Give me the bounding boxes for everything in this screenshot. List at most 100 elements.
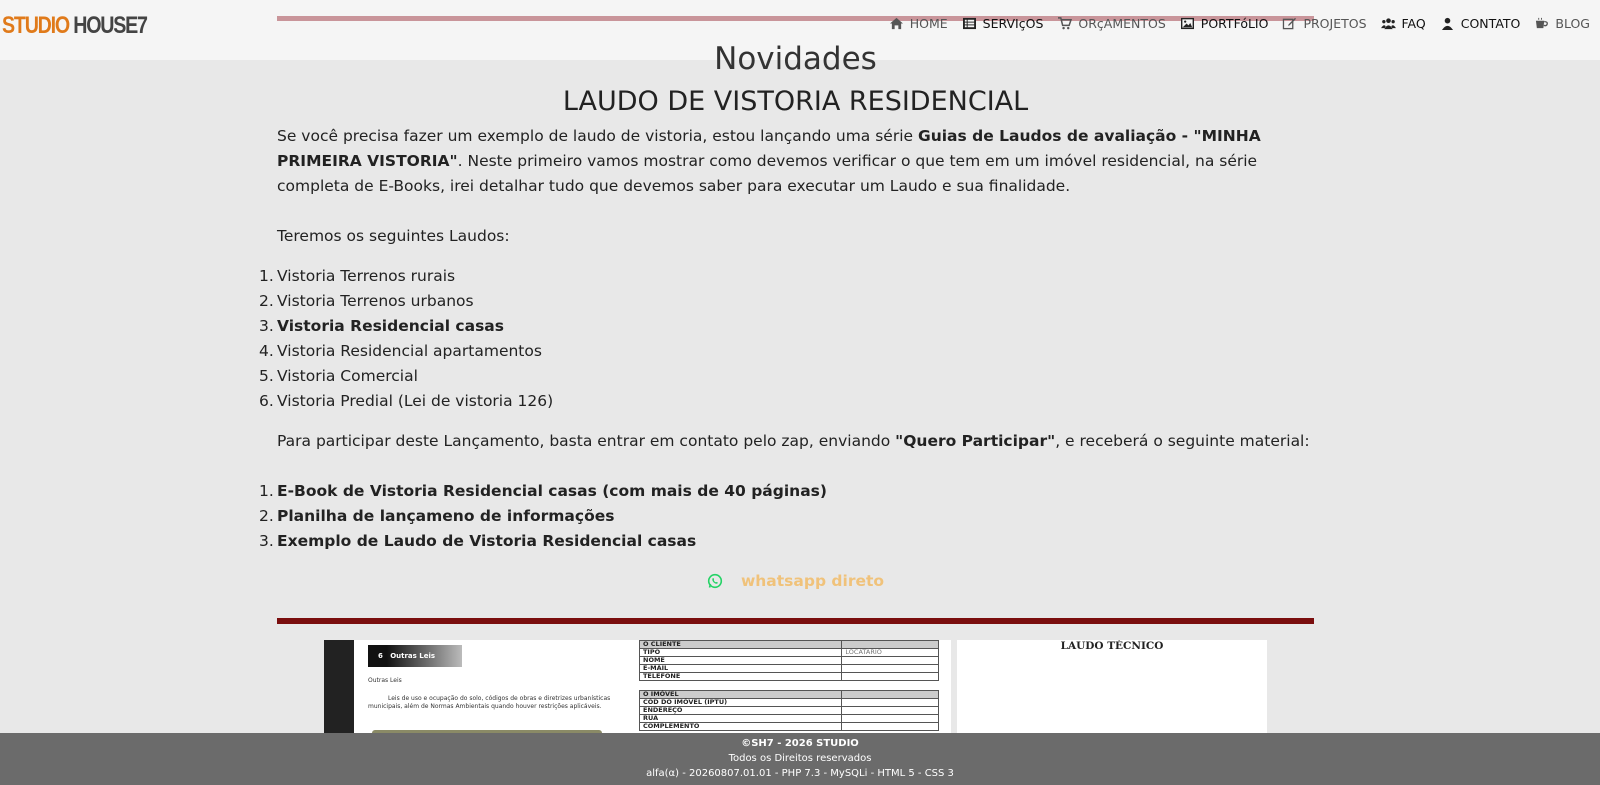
chip-title: Outras Leis	[390, 652, 436, 660]
image-icon	[1180, 17, 1195, 30]
list-item-label: Vistoria Comercial	[277, 367, 418, 385]
nav-orcamentos-label: ORçAMENTOS	[1078, 16, 1166, 31]
participate-text-1: Para participar deste Lançamento, basta …	[277, 432, 896, 450]
intro-paragraph: Se você precisa fazer um exemplo de laud…	[277, 124, 1314, 199]
report-title: LAUDO TÉCNICO	[1060, 640, 1164, 652]
brand-part-2: HOUSE7	[73, 12, 148, 39]
list-item: 4. Vistoria Residencial apartamentos	[259, 339, 1314, 364]
list-item-label: Planilha de lançameno de informações	[277, 507, 615, 525]
intro-text-1: Se você precisa fazer um exemplo de laud…	[277, 127, 918, 145]
sheet-cell	[841, 664, 939, 673]
nav-projetos-label: PROJETOS	[1303, 16, 1367, 31]
nav-contato[interactable]: CONTATO	[1440, 16, 1521, 31]
list-item: 2. Vistoria Terrenos urbanos	[259, 289, 1314, 314]
nav-contato-label: CONTATO	[1460, 16, 1521, 31]
nav-portfolio[interactable]: PORTFóLIO	[1180, 16, 1269, 31]
preview-strip: 6 Outras Leis Outras Leis Leis de uso e …	[324, 640, 1267, 736]
sheet-cell: LOCATÁRIO	[841, 648, 939, 657]
site-footer: ©SH7 - 2026 STUDIO Todos os Direitos res…	[0, 733, 1600, 785]
footer-version: alfa(α) - 20260807.01.01 - PHP 7.3 - MyS…	[646, 768, 954, 779]
list-item: 2. Planilha de lançameno de informações	[259, 504, 1314, 529]
nav-blog-label: BLOG	[1555, 16, 1590, 31]
whatsapp-label: whatsapp direto	[740, 572, 885, 590]
list-item: 6. Vistoria Predial (Lei de vistoria 126)	[259, 389, 1314, 414]
brand-part-1: STUDIO	[2, 12, 70, 39]
list-item-label: Vistoria Terrenos urbanos	[277, 292, 474, 310]
nav-projetos[interactable]: PROJETOS	[1282, 16, 1367, 31]
report-preview: LAUDO TÉCNICO	[957, 640, 1267, 736]
whatsapp-link[interactable]: whatsapp direto	[277, 572, 1314, 590]
footer-copyright: ©SH7 - 2026 STUDIO	[741, 738, 859, 749]
list-number: 4.	[259, 342, 274, 360]
participate-paragraph: Para participar deste Lançamento, basta …	[277, 429, 1314, 454]
cart-icon	[1057, 17, 1073, 30]
list-item: 3. Exemplo de Laudo de Vistoria Residenci…	[259, 529, 1314, 554]
nav-home-label: HOME	[909, 16, 948, 31]
main-nav: HOME SERVIçOS ORçAMENTOS PORTFóLIO PROJE…	[875, 16, 1590, 31]
nav-blog[interactable]: BLOG	[1534, 16, 1590, 31]
list-item: 1. Vistoria Terrenos rurais	[259, 264, 1314, 289]
whatsapp-icon	[707, 573, 723, 589]
laudos-lead: Teremos os seguintes Laudos:	[277, 227, 510, 245]
list-number: 1.	[259, 267, 274, 285]
edit-icon	[1282, 17, 1297, 30]
nav-servicos[interactable]: SERVIçOS	[962, 16, 1044, 31]
sheet-cell: O CLIENTE	[638, 640, 843, 649]
list-item: 3. Vistoria Residencial casas	[259, 314, 1314, 339]
participate-text-2: , e receberá o seguinte material:	[1055, 432, 1310, 450]
sheet-cell: ENDEREÇO	[638, 706, 843, 715]
sheet-cell: NOME	[638, 656, 843, 665]
sheet-cell: TIPO	[638, 648, 843, 657]
brand-logo[interactable]: STUDIO HOUSE7	[2, 12, 148, 40]
list-number: 3.	[259, 317, 274, 335]
nav-portfolio-label: PORTFóLIO	[1200, 16, 1269, 31]
sheet-cell	[841, 690, 939, 699]
participate-bold: "Quero Participar"	[895, 432, 1056, 450]
sheet-cell	[841, 706, 939, 715]
list-number: 5.	[259, 367, 274, 385]
laudos-list: 1. Vistoria Terrenos rurais 2. Vistoria Te…	[259, 264, 1314, 414]
list-item-label: E-Book de Vistoria Residencial casas (co…	[277, 482, 827, 500]
user-icon	[1440, 17, 1455, 30]
sheet-cell	[841, 672, 939, 681]
sheet-cell	[841, 722, 939, 731]
ebook-preview: 6 Outras Leis Outras Leis Leis de uso e …	[324, 640, 636, 736]
users-icon	[1380, 17, 1396, 30]
section-title: Novidades	[714, 41, 877, 77]
ebook-line-1: Leis de uso e ocupação do solo, códigos …	[388, 695, 611, 702]
chip-number: 6	[378, 652, 383, 660]
list-item: 1. E-Book de Vistoria Residencial casas (…	[259, 479, 1314, 504]
list-number: 2.	[259, 507, 274, 525]
spreadsheet-preview: O CLIENTE TIPO LOCATÁRIO NOME E-MAIL TELE…	[636, 640, 951, 736]
list-item-label: Exemplo de Laudo de Vistoria Residencial…	[277, 532, 697, 550]
ebook-heading: Outras Leis	[368, 677, 402, 684]
ebook-line-2: municipais, além de Normas Ambientais qu…	[368, 703, 602, 710]
list-item-label: Vistoria Predial (Lei de vistoria 126)	[277, 392, 554, 410]
sheet-cell: TELEFONE	[638, 672, 843, 681]
main-content: Novidades LAUDO DE VISTORIA RESIDENCIAL …	[259, 40, 1314, 590]
nav-faq-label: FAQ	[1401, 16, 1426, 31]
list-number: 1.	[259, 482, 274, 500]
sheet-cell	[841, 656, 939, 665]
sheet-cell: COMPLEMENTO	[638, 722, 843, 731]
sheet-cell	[841, 714, 939, 723]
list-number: 6.	[259, 392, 274, 410]
list-number: 3.	[259, 532, 274, 550]
article-title: LAUDO DE VISTORIA RESIDENCIAL	[562, 86, 1029, 117]
list-item-label: Vistoria Terrenos rurais	[277, 267, 456, 285]
list-number: 2.	[259, 292, 274, 310]
nav-servicos-label: SERVIçOS	[982, 16, 1044, 31]
material-list: 1. E-Book de Vistoria Residencial casas (…	[259, 479, 1314, 554]
coffee-icon	[1534, 17, 1549, 30]
list-item: 5. Vistoria Comercial	[259, 364, 1314, 389]
list-item-label: Vistoria Residencial casas	[277, 317, 504, 335]
content-divider	[277, 618, 1314, 624]
nav-faq[interactable]: FAQ	[1380, 16, 1426, 31]
nav-home[interactable]: HOME	[889, 16, 948, 31]
ebook-sidebar	[324, 640, 354, 736]
list-item-label: Vistoria Residencial apartamentos	[277, 342, 542, 360]
ebook-chapter-chip: 6 Outras Leis	[368, 645, 462, 667]
nav-orcamentos[interactable]: ORçAMENTOS	[1057, 16, 1166, 31]
home-icon	[889, 17, 904, 30]
list-icon	[962, 17, 977, 30]
